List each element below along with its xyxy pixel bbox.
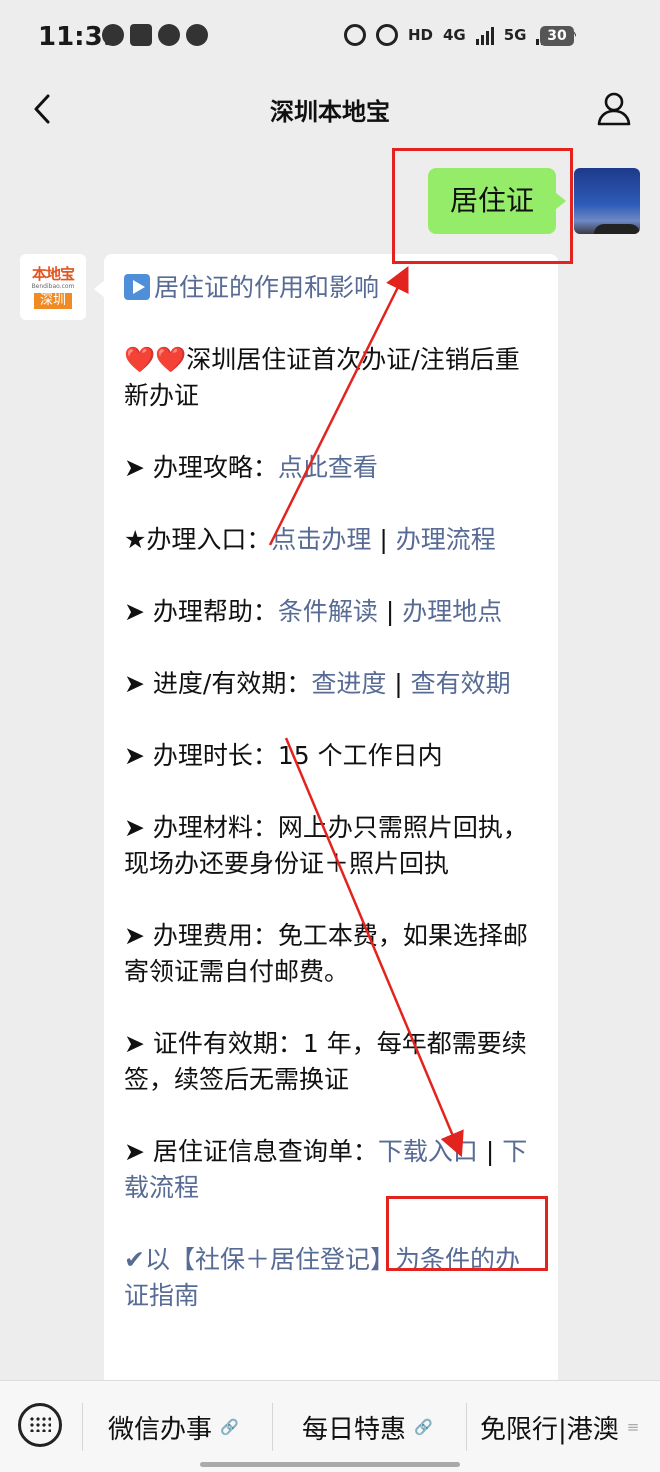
message-line: ❤️❤️深圳居住证首次办证/注销后重新办证 [124, 342, 538, 414]
message-line: ➤ 办理攻略：点此查看 [124, 450, 538, 486]
user-avatar[interactable] [574, 168, 640, 234]
message-label: ★办理入口： [124, 525, 272, 554]
menu-item-label: 微信办事 [108, 1414, 213, 1445]
message-line: 居住证的作用和影响 [124, 270, 538, 306]
alarm-icon [343, 24, 366, 46]
message-line: ➤ 进度/有效期：查进度 | 查有效期 [124, 666, 538, 702]
hd-indicator: HD [407, 26, 433, 44]
message-line: ➤ 证件有效期：1 年，每年都需要续签，续签后无需换证 [124, 1029, 527, 1094]
message-label: ➤ 进度/有效期： [124, 669, 312, 698]
menu-item-hk-macau[interactable]: 免限行|港澳 ≡ [480, 1381, 639, 1472]
message-line: ➤ 办理帮助：条件解读 | 办理地点 [124, 594, 538, 630]
annotation-box-download-entry [386, 1196, 548, 1271]
divider [466, 1403, 467, 1451]
app-notification-icon [102, 24, 124, 46]
nav-bar: 深圳本地宝 [0, 76, 660, 142]
bottom-menu-bar: 微信办事 🔗 每日特惠 🔗 免限行|港澳 ≡ [0, 1380, 660, 1472]
battery-level: 30 [540, 26, 574, 46]
heart-icon: ❤️❤️ [124, 345, 187, 374]
message-label: ➤ 办理攻略： [124, 453, 278, 482]
logo-text: 本地宝 [31, 264, 75, 283]
page-title: 深圳本地宝 [270, 98, 390, 126]
menu-item-daily-deals[interactable]: 每日特惠 🔗 [302, 1381, 433, 1472]
link-icon: 🔗 [414, 1418, 433, 1436]
annotation-box-user-message [392, 148, 573, 264]
progress-link[interactable]: 查进度 [311, 669, 386, 698]
weibo-icon [158, 24, 180, 46]
apply-link[interactable]: 点击办理 [271, 525, 371, 554]
message-line: ➤ 办理费用：免工本费，如果选择邮寄领证需自付邮费。 [124, 921, 528, 986]
status-bar: 11:39 HD 4G 5G ◠ 30 [0, 0, 660, 76]
bot-avatar[interactable]: 本地宝 Bendibao.com 深圳 [20, 254, 86, 320]
divider [82, 1403, 83, 1451]
logo-city: 深圳 [33, 292, 72, 309]
guide-link[interactable]: 点此查看 [278, 453, 378, 482]
separator: | [386, 669, 411, 698]
app-notification-icon [130, 24, 152, 46]
download-entry-link[interactable]: 下载入口 [378, 1137, 478, 1166]
separator: | [371, 525, 396, 554]
locations-link[interactable]: 办理地点 [402, 597, 502, 626]
validity-link[interactable]: 查有效期 [411, 669, 511, 698]
process-link[interactable]: 办理流程 [396, 525, 496, 554]
network-5g: 5G [503, 26, 527, 44]
message-line: ➤ 办理材料：网上办只需照片回执，现场办还要身份证＋照片回执 [124, 813, 528, 878]
message-line: ➤ 办理时长：15 个工作日内 [124, 741, 443, 770]
residence-permit-effects-link[interactable]: 居住证的作用和影响 [154, 273, 379, 302]
logo-domain: Bendibao.com [31, 282, 75, 290]
chat-area[interactable]: 居住证 本地宝 Bendibao.com 深圳 居住证的作用和影响 ❤️❤️深圳… [0, 142, 660, 1380]
message-line: ★办理入口：点击办理 | 办理流程 [124, 522, 538, 558]
conditions-link[interactable]: 条件解读 [278, 597, 378, 626]
separator: | [477, 1137, 503, 1166]
divider [272, 1403, 273, 1451]
link-icon: 🔗 [220, 1418, 239, 1436]
network-4g: 4G [442, 26, 466, 44]
keyboard-icon[interactable] [18, 1403, 62, 1447]
menu-item-label: 免限行|港澳 [480, 1414, 619, 1445]
home-indicator[interactable] [200, 1462, 460, 1467]
play-icon [124, 274, 150, 300]
menu-icon: ≡ [626, 1418, 640, 1436]
message-icon [186, 24, 208, 46]
menu-item-wechat-services[interactable]: 微信办事 🔗 [108, 1381, 239, 1472]
message-label: ➤ 居住证信息查询单： [124, 1137, 378, 1166]
mute-icon [375, 24, 398, 46]
message-label: ➤ 办理帮助： [124, 597, 278, 626]
signal-bars-icon [475, 25, 494, 45]
separator: | [377, 597, 403, 626]
menu-item-label: 每日特惠 [302, 1414, 407, 1445]
person-icon[interactable] [594, 88, 634, 128]
status-notification-icons [102, 24, 208, 46]
